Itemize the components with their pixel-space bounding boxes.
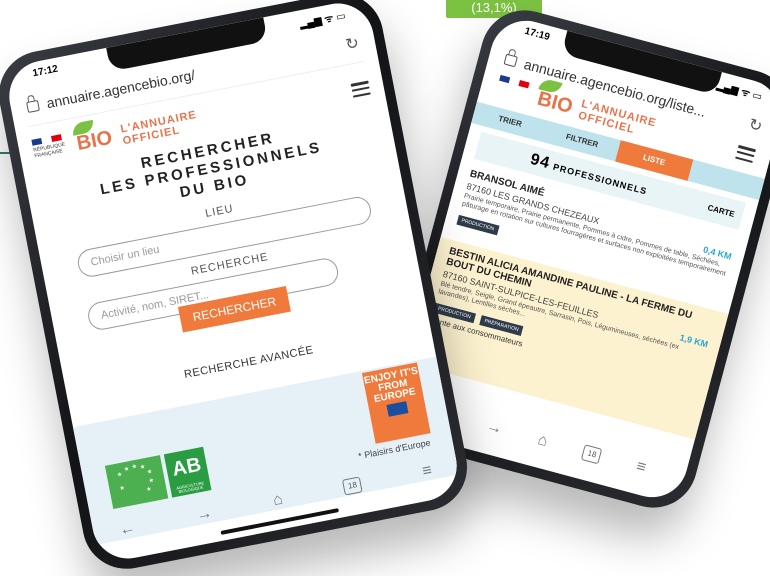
tabs-icon[interactable]: 18	[342, 476, 364, 496]
lock-icon	[25, 99, 40, 113]
forward-arrow-icon[interactable]: →	[484, 417, 504, 439]
status-icons: ▂▄▆ ᯤ ▭	[298, 10, 347, 31]
carte-button[interactable]: CARTE	[699, 201, 743, 221]
annuaire-officiel-title: L'ANNUAIRE OFFICIEL	[119, 109, 198, 148]
home-icon[interactable]: ⌂	[272, 491, 285, 511]
republique-francaise-logo	[494, 74, 530, 108]
menu-icon[interactable]	[350, 80, 371, 98]
agence-bio-logo[interactable]: BIO	[531, 77, 575, 118]
ab-logo: AB AGRICULTURE BIOLOGIQUE	[163, 446, 212, 498]
republique-francaise-logo: RÉPUBLIQUE FRANÇAISE	[31, 134, 66, 165]
eu-organic-logo: ★ ★ ★ ★ ★ ★ ★ ★	[104, 455, 169, 510]
menu-icon[interactable]: ≡	[634, 458, 647, 478]
menu-icon[interactable]	[735, 144, 757, 164]
back-arrow-icon[interactable]: ←	[118, 519, 137, 540]
tag-production: PRODUCTION	[456, 214, 500, 236]
refresh-icon[interactable]: ↻	[746, 114, 764, 137]
refresh-icon[interactable]: ↻	[344, 33, 361, 55]
status-time: 17:19	[523, 25, 551, 44]
tabs-icon[interactable]: 18	[581, 444, 603, 465]
agence-bio-logo[interactable]: BIO	[70, 119, 114, 156]
forward-arrow-icon[interactable]: →	[195, 504, 214, 525]
plaisirs-europe-caption: * Plaisirs d'Europe	[357, 437, 432, 462]
phone-front-screen: 17:12 ▂▄▆ ᯤ ▭ annuaire.agencebio.org/ ↻ …	[3, 0, 463, 565]
home-icon[interactable]: ⌂	[536, 431, 550, 451]
enjoy-europe-logo: ENJOY IT'S FROM EUROPE	[361, 362, 431, 444]
lock-icon	[503, 53, 519, 67]
phone-front: 17:12 ▂▄▆ ᯤ ▭ annuaire.agencebio.org/ ↻ …	[0, 0, 475, 576]
status-icons: ▂▄▆ ᯤ ▭	[715, 80, 764, 103]
status-time: 17:12	[31, 63, 59, 80]
